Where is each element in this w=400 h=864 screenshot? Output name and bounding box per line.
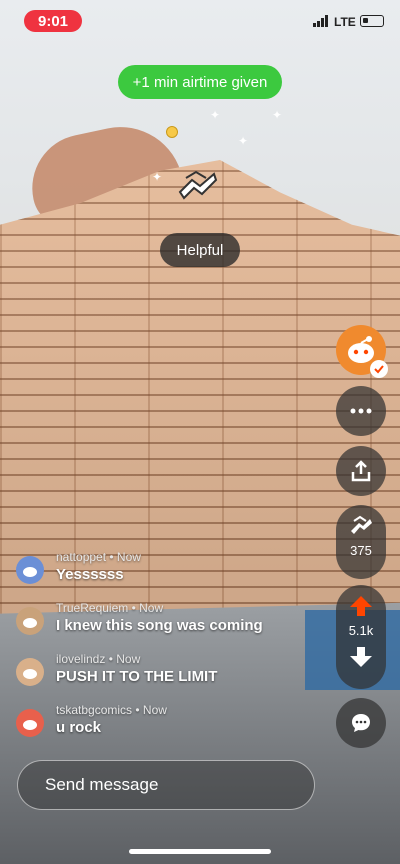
comment-username[interactable]: TrueRequiem — [56, 601, 128, 615]
comment-meta: tskatbgcomics • Now — [56, 703, 167, 717]
snoo-avatar-icon — [23, 720, 37, 730]
comment-meta: ilovelindz • Now — [56, 652, 141, 666]
snoo-avatar-icon — [23, 567, 37, 577]
comment-time: Now — [142, 703, 167, 717]
share-icon — [351, 460, 371, 482]
upvote-icon[interactable] — [349, 595, 373, 617]
comment-username[interactable]: tskatbgcomics — [56, 703, 132, 717]
sparkle-icon: ✦ — [272, 108, 283, 122]
verified-check-icon — [370, 360, 388, 378]
chat-icon — [352, 714, 370, 732]
downvote-icon[interactable] — [349, 646, 373, 668]
comment-time: Now — [116, 652, 141, 666]
comment-text: u rock — [56, 719, 102, 736]
sparkle-icon: ✦ — [238, 134, 249, 148]
award-count: 375 — [350, 543, 372, 558]
comment-username[interactable]: nattoppet — [56, 550, 106, 564]
commenter-avatar[interactable] — [16, 709, 44, 737]
vote-count: 5.1k — [348, 623, 374, 638]
home-indicator[interactable] — [129, 849, 271, 854]
signal-icon — [313, 15, 328, 27]
award-button[interactable]: 375 — [336, 505, 386, 579]
airtime-badge: +1 min airtime given — [118, 65, 282, 99]
coin-icon — [166, 126, 178, 138]
comment-item: TrueRequiem • Now I knew this song was c… — [16, 601, 326, 645]
comment-item: tskatbgcomics • Now u rock — [16, 703, 326, 747]
helpful-award-label: Helpful — [160, 233, 240, 267]
commenter-avatar[interactable] — [16, 556, 44, 584]
more-icon — [350, 408, 372, 414]
vote-controls: 5.1k — [336, 585, 386, 689]
share-button[interactable] — [336, 446, 386, 496]
snoo-avatar-icon — [23, 618, 37, 628]
commenter-avatar[interactable] — [16, 658, 44, 686]
comment-username[interactable]: ilovelindz — [56, 652, 105, 666]
status-bar: 9:01 LTE — [0, 0, 400, 44]
send-message-placeholder: Send message — [45, 775, 159, 794]
comment-meta: TrueRequiem • Now — [56, 601, 164, 615]
helpful-award-icon — [178, 170, 218, 200]
status-time: 9:01 — [24, 10, 82, 32]
comment-time: Now — [116, 550, 141, 564]
sparkle-icon: ✦ — [210, 108, 221, 122]
comment-item: ilovelindz • Now PUSH IT TO THE LIMIT — [16, 652, 326, 696]
commenter-avatar[interactable] — [16, 607, 44, 635]
comment-item: nattoppet • Now Yessssss — [16, 550, 326, 594]
snoo-avatar-icon — [23, 669, 37, 679]
chat-button[interactable] — [336, 698, 386, 748]
send-message-input[interactable]: Send message — [17, 760, 315, 810]
battery-icon — [360, 15, 384, 27]
more-button[interactable] — [336, 386, 386, 436]
award-icon — [351, 515, 372, 534]
comment-time: Now — [139, 601, 164, 615]
sparkle-icon: ✦ — [152, 170, 163, 184]
comment-meta: nattoppet • Now — [56, 550, 141, 564]
comment-text: I knew this song was coming — [56, 617, 263, 634]
network-label: LTE — [334, 15, 356, 29]
comment-text: Yessssss — [56, 566, 124, 583]
comment-text: PUSH IT TO THE LIMIT — [56, 668, 218, 685]
